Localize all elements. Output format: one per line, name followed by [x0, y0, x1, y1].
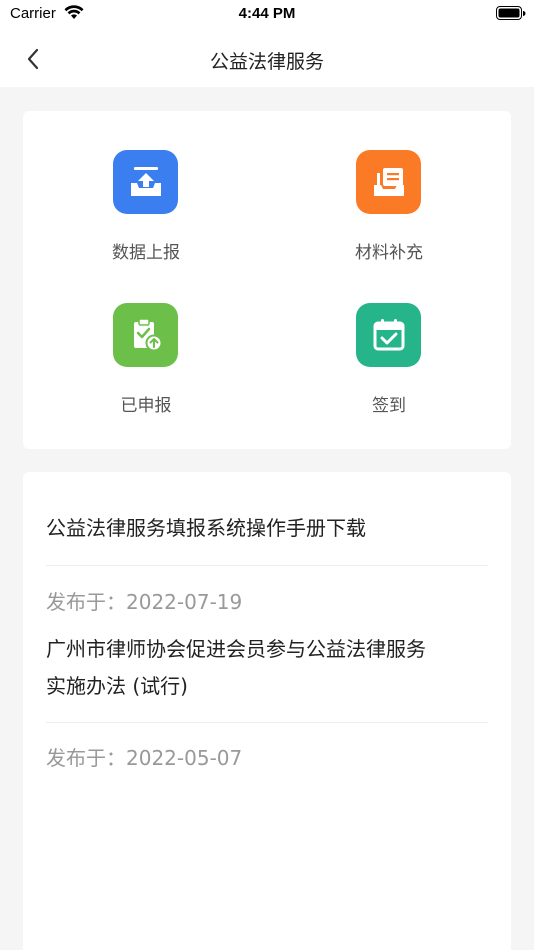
inbox-document-icon [356, 150, 421, 214]
article-title-implementation-measures[interactable]: 广州市律师协会促进会员参与公益法律服务 实施办法 (试行) [46, 631, 491, 705]
clipboard-upload-icon [113, 303, 178, 367]
services-card: 数据上报 材料补充 已申报 签到 [23, 111, 511, 449]
service-material-supplement[interactable]: 材料补充 [314, 150, 464, 270]
service-submitted[interactable]: 已申报 [71, 303, 221, 423]
date-value: 2022-07-19 [126, 590, 243, 614]
service-label: 已申报 [120, 396, 172, 416]
service-data-report[interactable]: 数据上报 [71, 150, 221, 270]
date-value: 2022-05-07 [126, 746, 243, 770]
calendar-check-icon [356, 303, 421, 367]
service-label: 签到 [372, 396, 406, 416]
article-title-manual-download[interactable]: 公益法律服务填报系统操作手册下载 [46, 510, 491, 547]
date-prefix: 发布于： [46, 746, 126, 770]
article-title-line: 广州市律师协会促进会员参与公益法律服务 [46, 637, 426, 661]
service-label: 数据上报 [112, 243, 180, 263]
article-date: 发布于：2022-05-07 [46, 742, 242, 771]
article-title-line: 实施办法 (试行) [46, 674, 188, 698]
divider [46, 565, 488, 566]
date-prefix: 发布于： [46, 590, 126, 614]
divider [46, 722, 488, 723]
article-date: 发布于：2022-07-19 [46, 586, 242, 615]
page-title: 公益法律服务 [209, 51, 324, 73]
status-bar: Carrier 4:44 PM [0, 0, 534, 30]
article-list: 公益法律服务填报系统操作手册下载 发布于：2022-07-19 广州市律师协会促… [23, 472, 511, 950]
service-label: 材料补充 [355, 243, 423, 263]
service-sign-in[interactable]: 签到 [314, 303, 464, 423]
upload-tray-icon [113, 150, 178, 214]
clock-time: 4:44 PM [238, 5, 296, 22]
battery-icon [496, 6, 526, 25]
navigation-bar: 公益法律服务 [0, 30, 534, 87]
